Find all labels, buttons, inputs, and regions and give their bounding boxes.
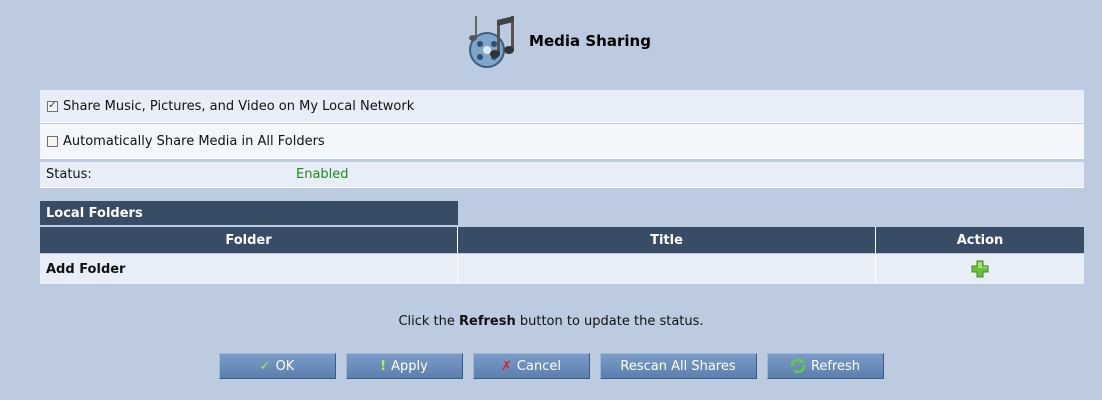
page-header: Media Sharing [0, 0, 1102, 82]
auto-share-option[interactable]: Automatically Share Media in All Folders [40, 124, 1084, 159]
refresh-hint: Click the Refresh button to update the s… [398, 314, 704, 329]
auto-share-checkbox[interactable] [47, 135, 58, 147]
check-icon: ✓ [259, 358, 271, 374]
column-header-action: Action [956, 232, 1004, 248]
table-row: Add Folder [40, 254, 1084, 284]
local-folders-section-title: Local Folders [40, 201, 458, 225]
share-media-label: Share Music, Pictures, and Video on My L… [63, 98, 415, 114]
page-title: Media Sharing [529, 32, 651, 50]
ok-button[interactable]: ✓ OK [218, 353, 336, 379]
title-cell [458, 254, 876, 284]
auto-share-label: Automatically Share Media in All Folders [63, 133, 325, 149]
column-header-folder: Folder [40, 227, 458, 253]
cancel-button[interactable]: ✗ Cancel [472, 353, 590, 379]
media-sharing-icon [469, 16, 515, 68]
exclamation-icon: ! [380, 358, 387, 374]
table-header: Folder Title Action [40, 227, 1084, 253]
apply-button[interactable]: ! Apply [345, 353, 463, 379]
button-bar: ✓ OK ! Apply ✗ Cancel Rescan All Shares … [0, 353, 1102, 379]
status-value: Enabled [296, 167, 349, 182]
column-header-title: Title [458, 227, 876, 253]
add-folder-link[interactable]: Add Folder [40, 262, 125, 277]
x-icon: ✗ [501, 358, 512, 374]
status-row: Status: Enabled [40, 162, 1084, 188]
refresh-button[interactable]: Refresh [766, 353, 884, 379]
refresh-icon [790, 358, 806, 374]
add-icon[interactable] [971, 260, 989, 278]
rescan-all-shares-button[interactable]: Rescan All Shares [599, 353, 757, 379]
share-media-checkbox[interactable]: ✓ [47, 100, 58, 112]
status-label: Status: [46, 167, 92, 182]
share-media-option[interactable]: ✓ Share Music, Pictures, and Video on My… [40, 90, 1084, 123]
